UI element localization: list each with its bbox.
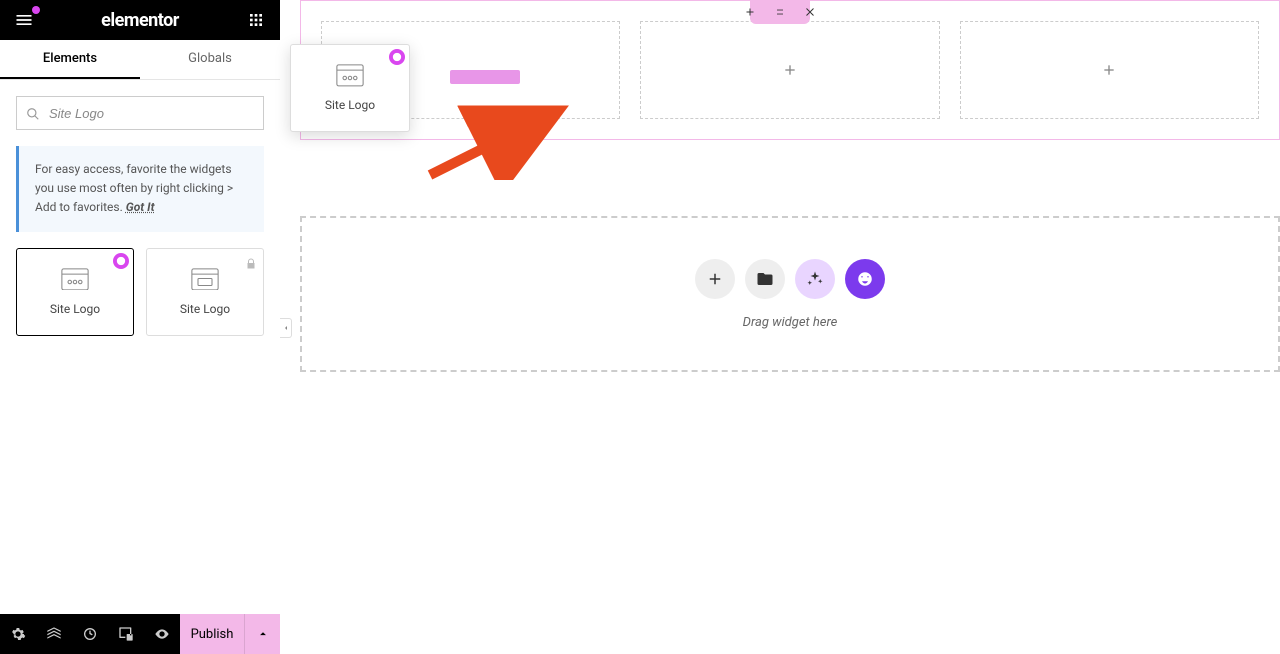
pro-badge-icon — [389, 49, 405, 65]
widget-card-site-logo-locked[interactable]: Site Logo — [146, 248, 264, 336]
publish-button[interactable]: Publish — [180, 614, 244, 654]
settings-button[interactable] — [0, 614, 36, 654]
add-section-button[interactable] — [744, 6, 756, 18]
tab-elements[interactable]: Elements — [0, 40, 140, 79]
apps-button[interactable] — [244, 8, 268, 32]
plus-icon — [782, 62, 798, 78]
add-section-button[interactable] — [695, 259, 735, 299]
widget-label: Site Logo — [50, 302, 100, 316]
section-toolbar — [750, 0, 810, 24]
remove-section-button[interactable] — [804, 6, 816, 18]
preview-button[interactable] — [144, 614, 180, 654]
brand-logo: elementor — [101, 10, 179, 31]
column-empty[interactable] — [960, 21, 1259, 119]
widget-label: Site Logo — [180, 302, 230, 316]
widgets-grid: Site Logo Site Logo — [0, 248, 280, 336]
collapse-panel-button[interactable] — [280, 318, 292, 338]
tab-globals[interactable]: Globals — [140, 40, 280, 79]
new-section-dropzone[interactable]: Drag widget here — [300, 216, 1280, 372]
editor-canvas: Site Logo Drag widget here — [280, 0, 1280, 654]
publish-options-button[interactable] — [244, 614, 280, 654]
dropzone-actions — [695, 259, 885, 299]
site-logo-icon — [61, 268, 89, 292]
navigator-button[interactable] — [36, 614, 72, 654]
pro-badge-icon — [113, 253, 129, 269]
ai-button[interactable] — [795, 259, 835, 299]
drag-ghost: Site Logo — [290, 44, 410, 132]
lock-icon — [245, 255, 257, 267]
history-button[interactable] — [72, 614, 108, 654]
drag-ghost-label: Site Logo — [325, 98, 375, 112]
search-input[interactable] — [16, 96, 264, 130]
add-template-button[interactable] — [745, 259, 785, 299]
menu-button[interactable] — [12, 8, 36, 32]
dropzone-text: Drag widget here — [743, 315, 838, 330]
tip-box: For easy access, favorite the widgets yo… — [16, 146, 264, 232]
panel-tabs: Elements Globals — [0, 40, 280, 80]
editor-header: elementor — [0, 0, 280, 40]
responsive-button[interactable] — [108, 614, 144, 654]
search-icon — [26, 106, 40, 120]
panel-footer: Publish — [0, 614, 280, 654]
search-box — [16, 96, 264, 130]
notification-dot — [32, 6, 40, 14]
plus-icon — [1101, 62, 1117, 78]
drop-indicator — [450, 70, 520, 84]
drag-section-handle[interactable] — [774, 6, 786, 18]
column-empty[interactable] — [640, 21, 939, 119]
site-logo-icon — [191, 268, 219, 292]
widget-card-site-logo[interactable]: Site Logo — [16, 248, 134, 336]
tip-dismiss-link[interactable]: Got It — [126, 200, 155, 214]
site-logo-icon — [336, 64, 364, 88]
globals-button[interactable] — [845, 259, 885, 299]
